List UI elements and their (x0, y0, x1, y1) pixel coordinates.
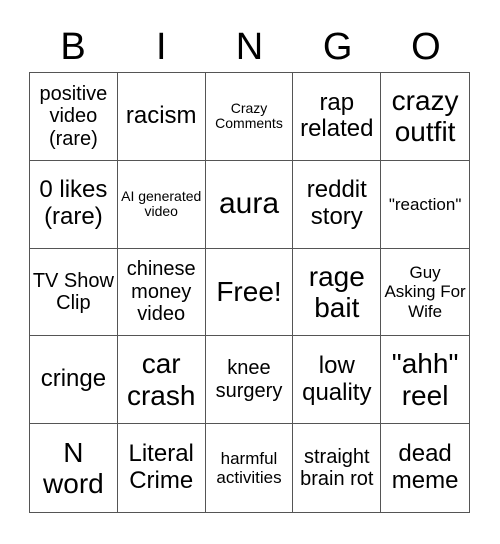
bingo-cell[interactable]: reddit story (293, 160, 382, 249)
cell-text: Guy Asking For Wife (384, 263, 466, 321)
cell-text: aura (218, 187, 280, 221)
bingo-cell[interactable]: knee surgery (205, 336, 294, 425)
cell-text: straight brain rot (300, 445, 374, 491)
header-letter-n: N (235, 26, 264, 68)
bingo-cell[interactable]: aura (205, 160, 294, 249)
cell-text: knee surgery (215, 357, 283, 402)
cell-text: Free! (216, 276, 282, 308)
cell-text: low quality (302, 351, 372, 406)
cell-text: "reaction" (388, 194, 462, 214)
bingo-cell[interactable]: 0 likes (rare) (30, 160, 118, 249)
bingo-cell[interactable]: racism (117, 73, 206, 161)
bingo-cell[interactable]: car crash (117, 336, 206, 425)
header-letter-o: O (411, 26, 441, 68)
bingo-cell[interactable]: chinese money video (117, 248, 206, 337)
bingo-cell[interactable]: rap related (293, 73, 382, 161)
cell-text: cringe (40, 365, 107, 393)
cell-text: car crash (126, 348, 196, 411)
cell-text: chinese money video (126, 258, 196, 326)
bingo-header: B I N G O (29, 22, 470, 72)
bingo-cell[interactable]: cringe (30, 336, 118, 425)
bingo-cell[interactable]: AI generated video (117, 160, 206, 249)
cell-text: Literal Crime (128, 440, 194, 495)
cell-text: dead meme (391, 440, 459, 495)
cell-text: "ahh" reel (391, 348, 459, 411)
cell-text: reddit story (306, 176, 367, 231)
bingo-cell[interactable]: "ahh" reel (381, 336, 469, 425)
cell-text: rap related (300, 88, 374, 143)
bingo-cell[interactable]: crazy outfit (381, 73, 469, 161)
header-letter-g: G (322, 26, 353, 68)
cell-text: crazy outfit (391, 85, 459, 148)
bingo-cell[interactable]: dead meme (381, 424, 469, 512)
cell-text: 0 likes (rare) (39, 176, 108, 231)
cell-text: AI generated video (121, 187, 202, 220)
header-letter-b: B (60, 26, 86, 68)
cell-text: Crazy Comments (215, 99, 283, 132)
bingo-cell[interactable]: TV Show Clip (30, 248, 118, 337)
bingo-grid: positive video (rare) racism Crazy Comment… (29, 72, 470, 513)
cell-text: positive video (rare) (39, 82, 108, 150)
cell-text: racism (125, 101, 197, 129)
bingo-cell[interactable]: "reaction" (381, 161, 469, 249)
bingo-cell[interactable]: straight brain rot (293, 424, 382, 512)
bingo-cell[interactable]: low quality (293, 336, 382, 425)
cell-text: TV Show Clip (32, 269, 114, 314)
bingo-cell[interactable]: N word (30, 424, 118, 512)
bingo-cell[interactable]: rage bait (293, 248, 382, 337)
cell-text: rage bait (308, 260, 365, 323)
bingo-cell[interactable]: harmful activities (206, 424, 294, 512)
bingo-cell[interactable]: Literal Crime (118, 424, 206, 512)
cell-text: N word (43, 436, 104, 500)
cell-text: harmful activities (216, 449, 282, 488)
header-letter-i: I (156, 26, 167, 68)
bingo-cell[interactable]: Crazy Comments (205, 73, 294, 161)
free-space-cell[interactable]: Free! (205, 248, 294, 337)
bingo-cell[interactable]: Guy Asking For Wife (381, 249, 469, 337)
bingo-cell[interactable]: positive video (rare) (30, 73, 118, 161)
